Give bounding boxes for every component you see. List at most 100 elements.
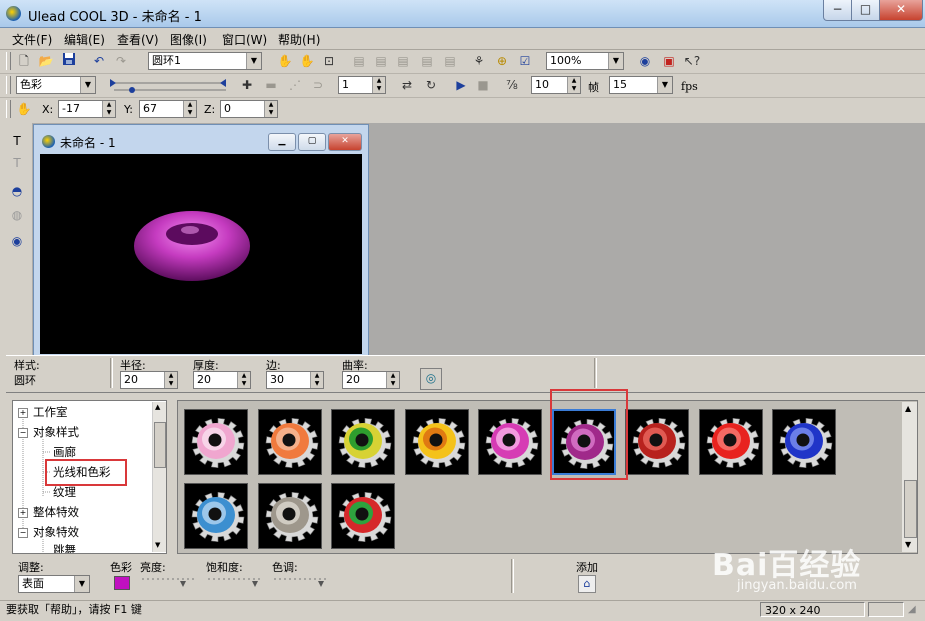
- split-keyframe-icon[interactable]: ⋰: [286, 76, 304, 94]
- lathe-icon[interactable]: ◉: [8, 232, 26, 250]
- gallery-scrollbar[interactable]: ▲ ▼: [902, 402, 917, 552]
- expand-icon[interactable]: +: [18, 508, 28, 518]
- toolbar-grip[interactable]: [6, 100, 11, 118]
- scroll-thumb[interactable]: [154, 422, 166, 468]
- menu-window[interactable]: 窗口(W): [222, 31, 267, 48]
- menu-file[interactable]: 文件(F): [12, 31, 52, 48]
- extrude-icon[interactable]: ◍: [8, 206, 26, 224]
- attribute-combo[interactable]: 色彩 ▼: [16, 76, 96, 94]
- rotate-hand-icon[interactable]: ✋: [298, 52, 316, 70]
- gallery-thumb[interactable]: [257, 409, 322, 475]
- export-icon[interactable]: ▣: [660, 52, 678, 70]
- gallery-thumb[interactable]: [184, 409, 248, 475]
- undo-icon[interactable]: ↶: [90, 52, 108, 70]
- render-icon[interactable]: ◉: [636, 52, 654, 70]
- play-icon[interactable]: ▶: [452, 76, 470, 94]
- pingpong-icon[interactable]: ↻: [422, 76, 440, 94]
- collapse-icon[interactable]: −: [18, 428, 28, 438]
- align-left-icon[interactable]: ▤: [350, 52, 368, 70]
- tree-item-dance[interactable]: 跳舞: [53, 542, 76, 553]
- expand-icon[interactable]: +: [18, 408, 28, 418]
- save-icon[interactable]: [60, 52, 78, 70]
- gallery-thumb[interactable]: [698, 409, 763, 475]
- fps-combo[interactable]: 15 ▼: [609, 76, 673, 94]
- resize-icon[interactable]: ⊡: [320, 52, 338, 70]
- doc-maximize-button[interactable]: ▢: [298, 133, 326, 151]
- open-folder-icon[interactable]: 📂: [37, 52, 55, 70]
- globe-icon[interactable]: ⊕: [493, 52, 511, 70]
- move-hand-icon[interactable]: ✋: [276, 52, 294, 70]
- tree-item-global-effects[interactable]: 整体特效: [33, 504, 79, 520]
- x-spinner[interactable]: -17 ▲ ▼: [58, 100, 116, 118]
- saturation-slider[interactable]: [206, 575, 262, 589]
- tween-icon[interactable]: ⅞: [503, 76, 521, 94]
- resize-grip-icon[interactable]: ◢: [908, 604, 922, 618]
- gallery-thumb[interactable]: [184, 483, 248, 549]
- tree-item-studio[interactable]: 工作室: [33, 404, 68, 420]
- tree-scrollbar[interactable]: ▲ ▼: [152, 402, 166, 552]
- loop-icon[interactable]: ⇄: [398, 76, 416, 94]
- insert-text-icon[interactable]: T: [8, 132, 26, 150]
- insert-geometry-icon[interactable]: ◓: [8, 182, 26, 200]
- remove-keyframe-icon[interactable]: ▬: [262, 76, 280, 94]
- add-keyframe-icon[interactable]: ✚: [238, 76, 256, 94]
- scroll-up-icon[interactable]: ▲: [905, 404, 911, 413]
- position-hand-icon[interactable]: ✋: [15, 100, 33, 118]
- z-spinner[interactable]: 0 ▲ ▼: [220, 100, 278, 118]
- curve-spinner[interactable]: 20 ▲ ▼: [342, 371, 400, 389]
- gallery-thumb[interactable]: [331, 409, 395, 475]
- torus-object[interactable]: [40, 154, 362, 354]
- edit-text-icon[interactable]: T: [8, 154, 26, 172]
- align-bottom-icon[interactable]: ▤: [441, 52, 459, 70]
- hue-slider[interactable]: [272, 575, 328, 589]
- gallery-thumb[interactable]: [404, 409, 469, 475]
- gallery-thumb[interactable]: [257, 483, 322, 549]
- scroll-thumb[interactable]: [904, 480, 917, 538]
- doc-minimize-button[interactable]: ▁: [268, 133, 296, 151]
- scroll-down-icon[interactable]: ▼: [905, 540, 911, 549]
- close-button[interactable]: ✕: [879, 0, 923, 21]
- torus-style-icon[interactable]: ◎: [420, 368, 442, 390]
- check-frame-icon[interactable]: ☑: [516, 52, 534, 70]
- scroll-down-icon[interactable]: ▼: [155, 541, 160, 549]
- gallery-thumb[interactable]: [478, 409, 542, 475]
- gallery-thumb[interactable]: [625, 409, 689, 475]
- scroll-up-icon[interactable]: ▲: [155, 403, 160, 411]
- reverse-icon[interactable]: ⊃: [309, 76, 327, 94]
- minimize-button[interactable]: −: [823, 0, 852, 21]
- stop-icon[interactable]: ■: [474, 76, 492, 94]
- tree-item-object-effects[interactable]: 对象特效: [33, 524, 79, 540]
- easy-palette-tree[interactable]: + 工作室 − 对象样式 画廊 光线和色彩 纹理 + 整体特效 − 对象特效 跳…: [12, 400, 167, 554]
- menu-help[interactable]: 帮助(H): [278, 31, 320, 48]
- radius-spinner[interactable]: 20 ▲ ▼: [120, 371, 178, 389]
- tree-item-texture[interactable]: 纹理: [53, 484, 76, 500]
- menu-image[interactable]: 图像(I): [170, 31, 207, 48]
- zoom-combo[interactable]: 100% ▼: [546, 52, 624, 70]
- help-cursor-icon[interactable]: ↖?: [683, 52, 701, 70]
- maximize-button[interactable]: □: [851, 0, 880, 21]
- color-swatch[interactable]: [114, 576, 130, 590]
- tree-item-object-style[interactable]: 对象样式: [33, 424, 79, 440]
- object-select-combo[interactable]: 圆环1 ▼: [148, 52, 262, 70]
- gallery-thumb[interactable]: [772, 409, 836, 475]
- align-top-icon[interactable]: ▤: [418, 52, 436, 70]
- render-canvas[interactable]: [40, 154, 362, 354]
- menu-view[interactable]: 查看(V): [117, 31, 159, 48]
- add-to-palette-icon[interactable]: ⌂: [578, 575, 596, 593]
- redo-icon[interactable]: ↷: [112, 52, 130, 70]
- frame-count-spinner[interactable]: 10 ▲ ▼: [531, 76, 581, 94]
- frame-spinner[interactable]: 1 ▲ ▼: [338, 76, 386, 94]
- doc-close-button[interactable]: ✕: [328, 133, 362, 151]
- align-right-icon[interactable]: ▤: [394, 52, 412, 70]
- timeline-slider[interactable]: [108, 78, 228, 94]
- gallery-thumb[interactable]: [331, 483, 395, 549]
- align-center-icon[interactable]: ▤: [372, 52, 390, 70]
- thickness-spinner[interactable]: 20 ▲ ▼: [193, 371, 251, 389]
- y-spinner[interactable]: 67 ▲ ▼: [139, 100, 197, 118]
- toolbar-grip[interactable]: [6, 76, 11, 94]
- tree-item-light-and-color[interactable]: 光线和色彩: [53, 464, 111, 480]
- adjust-combo[interactable]: 表面 ▼: [18, 575, 90, 593]
- menu-edit[interactable]: 编辑(E): [64, 31, 105, 48]
- sides-spinner[interactable]: 30 ▲ ▼: [266, 371, 324, 389]
- new-file-icon[interactable]: 🗋: [15, 52, 33, 70]
